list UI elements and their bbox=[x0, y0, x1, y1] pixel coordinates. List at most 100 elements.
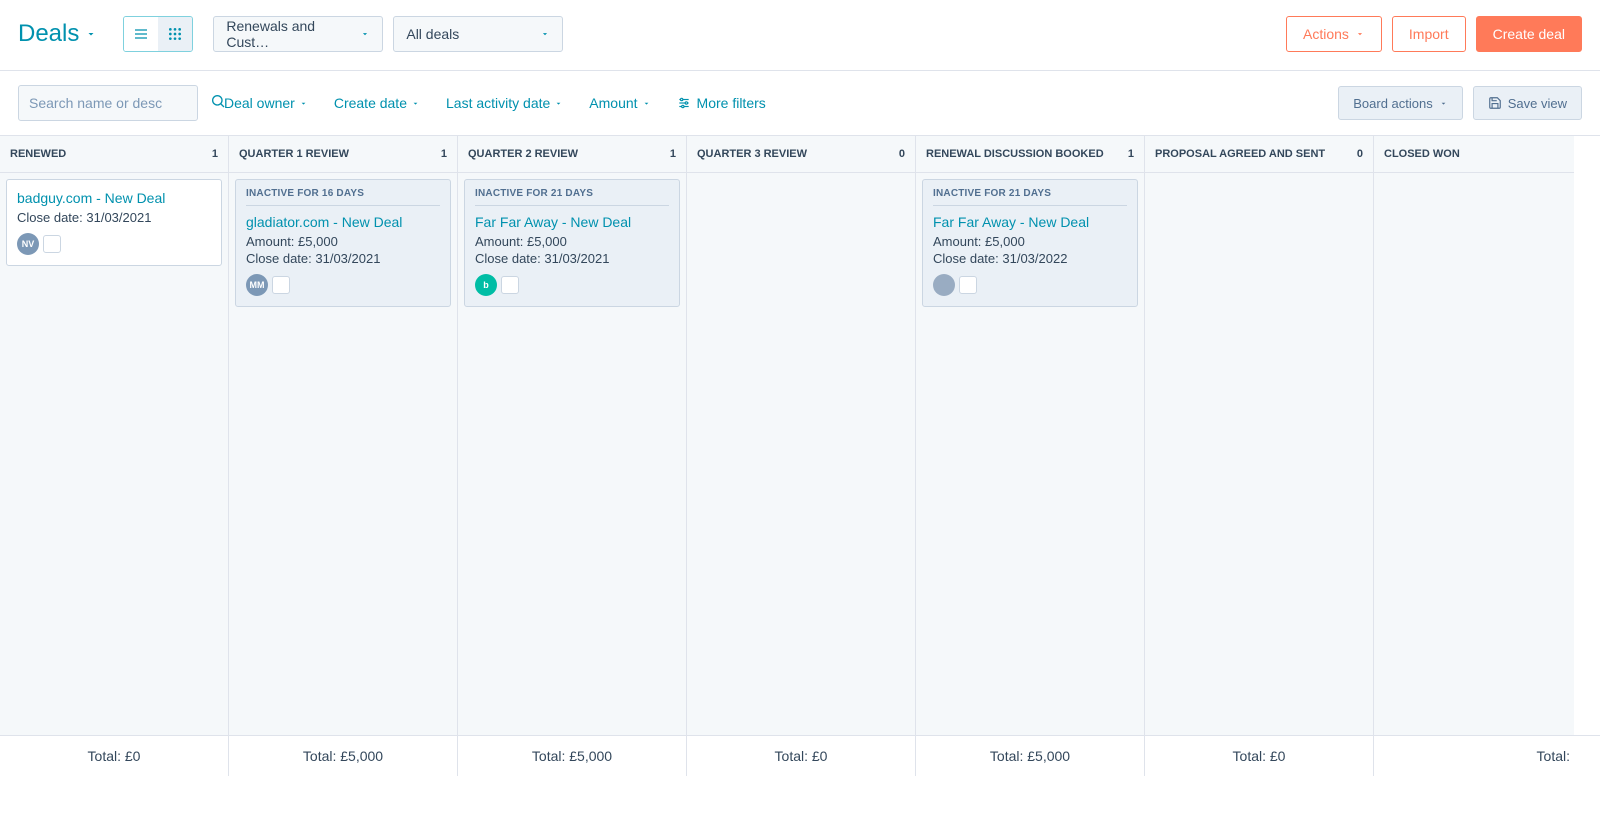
column-total: Total: £5,000 bbox=[229, 736, 458, 776]
column-name: QUARTER 2 REVIEW bbox=[468, 148, 578, 160]
column-total: Total: £0 bbox=[1145, 736, 1374, 776]
avatar[interactable]: MM bbox=[246, 274, 268, 296]
inactive-badge: INACTIVE FOR 21 DAYS bbox=[933, 180, 1127, 206]
board-column: PROPOSAL AGREED AND SENT 0 bbox=[1145, 136, 1374, 735]
column-header: QUARTER 3 REVIEW 0 bbox=[687, 136, 915, 173]
inactive-badge: INACTIVE FOR 21 DAYS bbox=[475, 180, 669, 206]
pipeline-select[interactable]: Renewals and Cust… bbox=[213, 16, 383, 52]
column-body[interactable] bbox=[687, 173, 915, 735]
totals-row: Total: £0Total: £5,000Total: £5,000Total… bbox=[0, 735, 1600, 776]
caret-down-icon bbox=[1439, 99, 1448, 108]
deal-amount: Amount: £5,000 bbox=[933, 234, 1127, 249]
sliders-icon bbox=[677, 96, 691, 110]
column-name: CLOSED WON bbox=[1384, 148, 1460, 160]
deal-filter-select[interactable]: All deals bbox=[393, 16, 563, 52]
column-count: 1 bbox=[670, 148, 676, 160]
column-body[interactable]: badguy.com - New Deal Close date: 31/03/2… bbox=[0, 173, 228, 735]
last-activity-filter[interactable]: Last activity date bbox=[446, 95, 563, 111]
column-body[interactable]: INACTIVE FOR 21 DAYS Far Far Away - New D… bbox=[458, 173, 686, 735]
avatar-placeholder bbox=[501, 276, 519, 294]
column-count: 1 bbox=[212, 148, 218, 160]
column-header: RENEWED 1 bbox=[0, 136, 228, 173]
column-name: PROPOSAL AGREED AND SENT bbox=[1155, 148, 1325, 160]
column-header: PROPOSAL AGREED AND SENT 0 bbox=[1145, 136, 1373, 173]
board-view-button[interactable] bbox=[158, 17, 192, 51]
board-column: RENEWED 1 badguy.com - New Deal Close date:… bbox=[0, 136, 229, 735]
view-toggle bbox=[123, 16, 193, 52]
column-name: QUARTER 1 REVIEW bbox=[239, 148, 349, 160]
search-input-wrapper[interactable] bbox=[18, 85, 198, 121]
avatar[interactable]: NV bbox=[17, 233, 39, 255]
deal-title[interactable]: gladiator.com - New Deal bbox=[246, 214, 440, 230]
search-input[interactable] bbox=[29, 95, 210, 111]
deals-title-dropdown[interactable]: Deals bbox=[18, 20, 97, 48]
page-title: Deals bbox=[18, 20, 79, 48]
column-header: QUARTER 1 REVIEW 1 bbox=[229, 136, 457, 173]
pipeline-label: Renewals and Cust… bbox=[226, 18, 352, 50]
column-body[interactable] bbox=[1374, 173, 1574, 735]
column-count: 0 bbox=[899, 148, 905, 160]
caret-down-icon bbox=[1355, 29, 1365, 39]
inactive-badge: INACTIVE FOR 16 DAYS bbox=[246, 180, 440, 206]
more-filters-button[interactable]: More filters bbox=[677, 95, 766, 111]
avatar-placeholder bbox=[43, 235, 61, 253]
deal-card[interactable]: INACTIVE FOR 16 DAYS gladiator.com - New … bbox=[235, 179, 451, 307]
column-header: RENEWAL DISCUSSION BOOKED 1 bbox=[916, 136, 1144, 173]
save-view-button[interactable]: Save view bbox=[1473, 86, 1582, 120]
deal-amount: Amount: £5,000 bbox=[475, 234, 669, 249]
caret-down-icon bbox=[554, 99, 563, 108]
card-avatars: NV bbox=[17, 233, 211, 255]
column-total: Total: £5,000 bbox=[916, 736, 1145, 776]
column-name: RENEWAL DISCUSSION BOOKED bbox=[926, 148, 1104, 160]
caret-down-icon bbox=[85, 28, 97, 40]
deal-card[interactable]: INACTIVE FOR 21 DAYS Far Far Away - New D… bbox=[922, 179, 1138, 307]
column-body[interactable]: INACTIVE FOR 16 DAYS gladiator.com - New … bbox=[229, 173, 457, 735]
deal-close-date: Close date: 31/03/2022 bbox=[933, 251, 1127, 266]
column-count: 0 bbox=[1357, 148, 1363, 160]
create-deal-button[interactable]: Create deal bbox=[1476, 16, 1582, 52]
list-view-button[interactable] bbox=[124, 17, 158, 51]
amount-filter[interactable]: Amount bbox=[589, 95, 650, 111]
list-icon bbox=[133, 26, 149, 42]
column-name: RENEWED bbox=[10, 148, 66, 160]
column-header: QUARTER 2 REVIEW 1 bbox=[458, 136, 686, 173]
column-name: QUARTER 3 REVIEW bbox=[697, 148, 807, 160]
board-column: CLOSED WON bbox=[1374, 136, 1574, 735]
caret-down-icon bbox=[360, 29, 370, 39]
column-body[interactable]: INACTIVE FOR 21 DAYS Far Far Away - New D… bbox=[916, 173, 1144, 735]
deal-amount: Amount: £5,000 bbox=[246, 234, 440, 249]
column-count: 1 bbox=[1128, 148, 1134, 160]
column-count: 1 bbox=[441, 148, 447, 160]
card-avatars: b bbox=[475, 274, 669, 296]
deal-title[interactable]: Far Far Away - New Deal bbox=[933, 214, 1127, 230]
column-total: Total: £5,000 bbox=[458, 736, 687, 776]
caret-down-icon bbox=[642, 99, 651, 108]
deal-card[interactable]: INACTIVE FOR 21 DAYS Far Far Away - New D… bbox=[464, 179, 680, 307]
save-icon bbox=[1488, 96, 1502, 110]
avatar[interactable] bbox=[933, 274, 955, 296]
column-body[interactable] bbox=[1145, 173, 1373, 735]
kanban-board: RENEWED 1 badguy.com - New Deal Close date:… bbox=[0, 135, 1600, 735]
deal-title[interactable]: badguy.com - New Deal bbox=[17, 180, 211, 206]
import-button[interactable]: Import bbox=[1392, 16, 1466, 52]
deal-owner-filter[interactable]: Deal owner bbox=[224, 95, 308, 111]
deal-card[interactable]: badguy.com - New Deal Close date: 31/03/2… bbox=[6, 179, 222, 266]
board-actions-button[interactable]: Board actions bbox=[1338, 86, 1463, 120]
column-total: Total: bbox=[1374, 736, 1574, 776]
board-column: RENEWAL DISCUSSION BOOKED 1 INACTIVE FOR 2… bbox=[916, 136, 1145, 735]
card-avatars bbox=[933, 274, 1127, 296]
avatar[interactable]: b bbox=[475, 274, 497, 296]
avatar-placeholder bbox=[959, 276, 977, 294]
deal-filter-label: All deals bbox=[406, 26, 459, 42]
card-avatars: MM bbox=[246, 274, 440, 296]
deal-close-date: Close date: 31/03/2021 bbox=[17, 210, 211, 225]
actions-button[interactable]: Actions bbox=[1286, 16, 1382, 52]
avatar-placeholder bbox=[272, 276, 290, 294]
grid-icon bbox=[167, 26, 183, 42]
board-column: QUARTER 2 REVIEW 1 INACTIVE FOR 21 DAYS Far… bbox=[458, 136, 687, 735]
board-column: QUARTER 3 REVIEW 0 bbox=[687, 136, 916, 735]
deal-title[interactable]: Far Far Away - New Deal bbox=[475, 214, 669, 230]
column-total: Total: £0 bbox=[0, 736, 229, 776]
deal-close-date: Close date: 31/03/2021 bbox=[475, 251, 669, 266]
create-date-filter[interactable]: Create date bbox=[334, 95, 420, 111]
